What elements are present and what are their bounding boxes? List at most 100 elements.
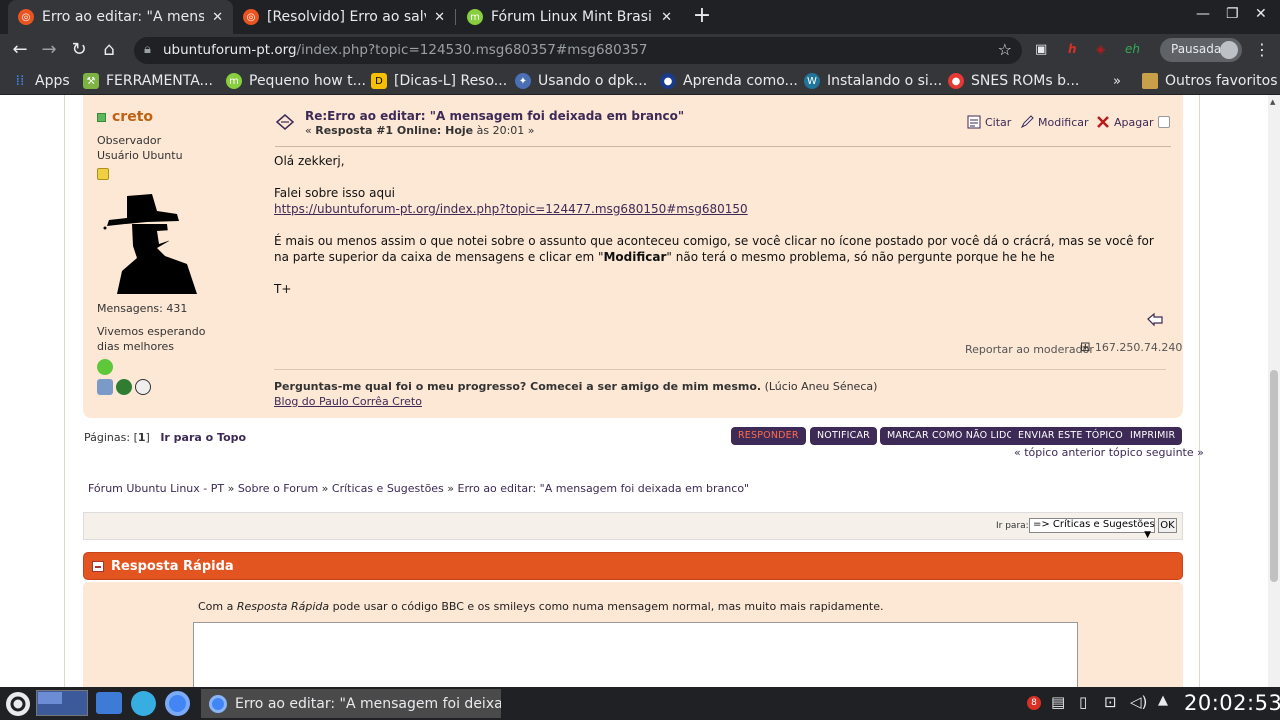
volume-icon[interactable]: ◁): [1130, 693, 1147, 711]
url-host: ubuntuforum-pt.org: [163, 42, 297, 58]
breadcrumb-forum[interactable]: Fórum Ubuntu Linux - PT: [88, 482, 224, 495]
reload-icon[interactable]: ↻: [68, 39, 90, 61]
personal-message-icon[interactable]: [135, 379, 151, 395]
post-body-link[interactable]: https://ubuntuforum-pt.org/index.php?top…: [274, 202, 748, 216]
bookmarks-bar: ⁞⁞ Apps ⚒ FERRAMENTA... m Pequeno how t.…: [0, 66, 1280, 95]
close-window-icon[interactable]: ✕: [1255, 6, 1267, 22]
clipboard-icon[interactable]: ▤: [1051, 693, 1065, 711]
bookmark-apps[interactable]: ⁞⁞ Apps: [12, 71, 70, 91]
notification-badge[interactable]: 8: [1027, 696, 1041, 710]
taskbar-window-chrome[interactable]: Erro ao editar: "A mensagem foi deixada.…: [201, 689, 501, 718]
go-to-top-link[interactable]: Ir para o Topo: [160, 431, 246, 444]
cast-extension-icon[interactable]: ▣: [1035, 42, 1047, 57]
topic-navigation[interactable]: « tópico anterior tópico seguinte »: [1014, 446, 1204, 459]
current-page: 1: [137, 431, 146, 444]
mushroom-icon: ●: [948, 73, 964, 89]
bookmark-star-icon[interactable]: ☆: [998, 40, 1012, 59]
bookmark-other-favorites[interactable]: Outros favoritos: [1142, 71, 1278, 91]
bookmark-pequeno-how-to[interactable]: m Pequeno how t...: [226, 71, 366, 91]
bookmark-usando-dpkg[interactable]: ✦ Usando o dpk...: [515, 71, 647, 91]
bookmark-instalando[interactable]: W Instalando o si...: [804, 71, 942, 91]
profile-icon[interactable]: [97, 379, 113, 395]
quick-quote-icon[interactable]: [1146, 311, 1164, 327]
collapse-icon[interactable]: [92, 561, 104, 572]
signature-blog-link[interactable]: Blog do Paulo Corrêa Creto: [274, 395, 422, 408]
delete-button[interactable]: Apagar: [1096, 115, 1154, 129]
quick-reply-body: Com a Resposta Rápida pode usar o código…: [83, 582, 1183, 687]
restore-icon[interactable]: ❐: [1226, 6, 1239, 22]
quick-reply-title: Resposta Rápida: [111, 559, 234, 574]
tools-icon: ⚒: [83, 73, 99, 89]
rank-star-icon: [97, 168, 109, 180]
bookmark-label: Aprenda como...: [683, 73, 798, 89]
file-manager-icon[interactable]: [96, 692, 122, 714]
breadcrumb-topic[interactable]: Erro ao editar: "A mensagem foi deixada …: [458, 482, 750, 495]
start-menu-icon[interactable]: [4, 690, 32, 718]
close-tab-icon[interactable]: ✕: [212, 10, 223, 25]
bookmark-label: Outros favoritos: [1165, 73, 1278, 89]
h-extension-icon[interactable]: h: [1068, 42, 1077, 56]
page-scrollbar[interactable]: ▲: [1268, 95, 1280, 687]
post-title[interactable]: Re:Erro ao editar: "A mensagem foi deixa…: [305, 109, 684, 123]
usb-icon[interactable]: ▯: [1079, 693, 1087, 711]
mark-unread-button[interactable]: MARCAR COMO NÃO LIDO: [880, 427, 1022, 445]
meta-reply-number: Resposta #1 Online: Hoje: [315, 124, 474, 137]
close-tab-icon[interactable]: ✕: [434, 10, 445, 25]
new-tab-icon[interactable]: +: [690, 5, 714, 29]
website-globe-icon[interactable]: [116, 379, 132, 395]
tab-resolvido[interactable]: ◎ [Resolvido] Erro ao salvar ✕: [233, 0, 455, 34]
scroll-up-icon[interactable]: ▲: [1270, 98, 1275, 106]
workspace-1[interactable]: [38, 692, 62, 704]
tray-expand-icon[interactable]: ▲: [1158, 693, 1168, 708]
bookmark-ferramenta[interactable]: ⚒ FERRAMENTA...: [83, 71, 213, 91]
quote-button[interactable]: Citar: [967, 115, 1011, 129]
post-body-greeting: Olá zekkerj,: [274, 154, 345, 168]
notify-button[interactable]: NOTIFICAR: [810, 427, 877, 445]
quick-reply-textarea[interactable]: [193, 622, 1078, 687]
lock-icon: 🔒︎: [144, 42, 151, 57]
breadcrumb-board[interactable]: Críticas e Sugestões: [332, 482, 444, 495]
breadcrumb-about[interactable]: Sobre o Forum: [238, 482, 318, 495]
forward-arrow-icon[interactable]: →: [38, 39, 60, 61]
tab-forum-linux-mint[interactable]: m Fórum Linux Mint Brasil ✕: [457, 0, 682, 34]
bookmarks-overflow-icon[interactable]: »: [1113, 71, 1121, 91]
bookmark-aprenda-como[interactable]: ● Aprenda como...: [660, 71, 798, 91]
report-to-moderator-link[interactable]: Reportar ao moderador: [965, 343, 1094, 356]
back-arrow-icon[interactable]: ←: [9, 39, 31, 61]
debian-icon: ✦: [515, 73, 531, 89]
mint-icon: m: [226, 73, 242, 89]
poster-name[interactable]: creto: [97, 109, 257, 125]
jump-ok-button[interactable]: OK: [1158, 518, 1177, 533]
close-tab-icon[interactable]: ✕: [661, 10, 672, 25]
home-icon[interactable]: ⌂: [98, 39, 120, 61]
info-text-end: pode usar o código BBC e os smileys como…: [329, 600, 884, 613]
ubuntu-forum-favicon-icon: ◎: [18, 9, 34, 25]
profile-button[interactable]: Pausada: [1160, 38, 1242, 62]
ublock-extension-icon[interactable]: ◈: [1096, 42, 1105, 56]
send-topic-button[interactable]: ENVIAR ESTE TÓPICO: [1011, 427, 1130, 445]
quick-reply-header: Resposta Rápida: [83, 552, 1183, 580]
minimize-icon[interactable]: —: [1196, 6, 1210, 22]
workspace-switcher[interactable]: [36, 690, 88, 716]
jump-to-select[interactable]: => Críticas e Sugestões ▼: [1029, 518, 1155, 540]
kebab-menu-icon[interactable]: ⋮: [1254, 40, 1270, 59]
post-body-paragraph: É mais ou menos assim o que notei sobre …: [274, 233, 1154, 265]
print-button[interactable]: IMPRIMIR: [1123, 427, 1183, 445]
bookmark-snes-roms[interactable]: ● SNES ROMs b...: [948, 71, 1079, 91]
tab-erro-ao-editar[interactable]: ◎ Erro ao editar: "A mensagem foi deixad…: [8, 0, 233, 34]
modify-button[interactable]: Modificar: [1020, 115, 1089, 129]
eh-extension-icon[interactable]: eh: [1125, 42, 1140, 56]
address-bar[interactable]: 🔒︎ ubuntuforum-pt.org/index.php?topic=12…: [134, 37, 1022, 64]
taskbar-clock[interactable]: 20:02:53: [1184, 691, 1280, 715]
network-icon[interactable]: ⊡: [1104, 693, 1117, 711]
scrollbar-thumb[interactable]: [1270, 370, 1278, 582]
telegram-icon[interactable]: [131, 691, 156, 716]
reply-button[interactable]: RESPONDER: [731, 427, 806, 445]
chromium-icon[interactable]: [165, 691, 190, 716]
icq-icon[interactable]: [97, 359, 113, 375]
bookmark-label: Instalando o si...: [827, 73, 943, 89]
bookmark-dicas-l[interactable]: D [Dicas-L] Reso...: [371, 71, 507, 91]
select-post-checkbox[interactable]: [1158, 116, 1170, 128]
bookmark-label: SNES ROMs b...: [971, 73, 1080, 89]
delete-label: Apagar: [1114, 115, 1154, 129]
